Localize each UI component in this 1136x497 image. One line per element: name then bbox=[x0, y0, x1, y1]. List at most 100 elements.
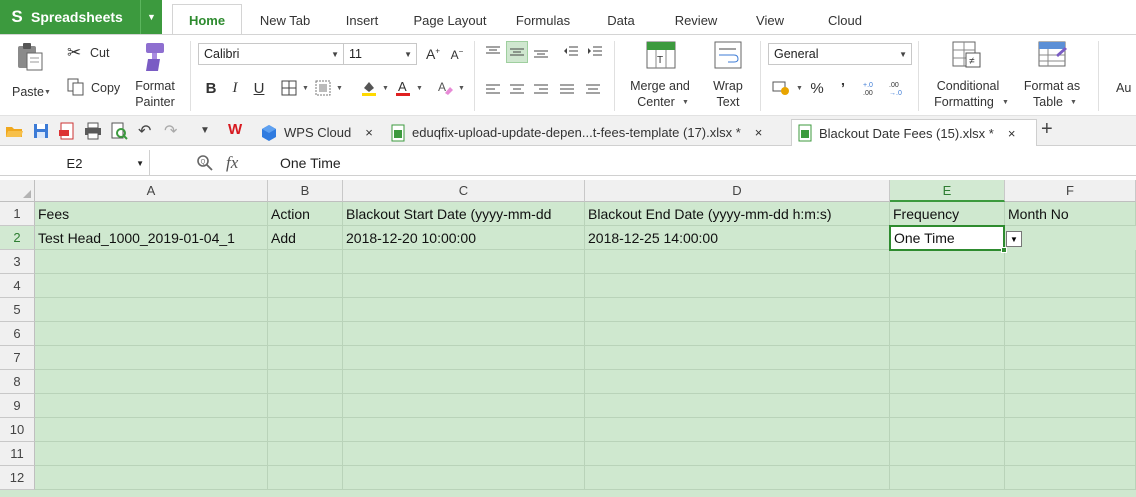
empty-cell[interactable] bbox=[585, 298, 890, 322]
empty-cell[interactable] bbox=[343, 418, 585, 442]
row-header-12[interactable]: 12 bbox=[0, 466, 35, 490]
empty-cell[interactable] bbox=[268, 394, 343, 418]
formula-input[interactable]: One Time bbox=[280, 150, 341, 176]
empty-cell[interactable] bbox=[890, 250, 1005, 274]
redo-icon[interactable]: ↷ bbox=[164, 121, 182, 140]
empty-cell[interactable] bbox=[585, 370, 890, 394]
chevron-down-icon[interactable]: ▼ bbox=[336, 85, 343, 92]
column-header-f[interactable]: F bbox=[1005, 180, 1136, 202]
empty-cell[interactable] bbox=[585, 418, 890, 442]
borders-icon[interactable] bbox=[278, 77, 300, 99]
row-header-5[interactable]: 5 bbox=[0, 298, 35, 322]
empty-cell[interactable] bbox=[890, 346, 1005, 370]
cell-a1[interactable]: Fees bbox=[35, 202, 268, 226]
empty-cell[interactable] bbox=[1005, 466, 1136, 490]
empty-cell[interactable] bbox=[343, 298, 585, 322]
empty-cell[interactable] bbox=[35, 250, 268, 274]
empty-cell[interactable] bbox=[1005, 370, 1136, 394]
empty-cell[interactable] bbox=[343, 466, 585, 490]
chevron-down-icon[interactable]: ▼ bbox=[416, 85, 423, 92]
italic-icon[interactable]: I bbox=[224, 77, 246, 99]
empty-cell[interactable] bbox=[268, 466, 343, 490]
empty-cell[interactable] bbox=[268, 346, 343, 370]
chevron-down-icon[interactable]: ▼ bbox=[1070, 99, 1077, 106]
decrease-indent-icon[interactable] bbox=[560, 41, 582, 63]
empty-cell[interactable] bbox=[343, 250, 585, 274]
tab-page-layout[interactable]: Page Layout bbox=[406, 6, 494, 34]
cell-d1[interactable]: Blackout End Date (yyyy-mm-dd h:m:s) bbox=[585, 202, 890, 226]
cell-e1[interactable]: Frequency bbox=[890, 202, 1005, 226]
undo-icon[interactable]: ↶ bbox=[138, 121, 156, 140]
row-header-8[interactable]: 8 bbox=[0, 370, 35, 394]
conditional-formatting-button[interactable]: ≠ Conditional Formatting ▼ bbox=[924, 39, 1012, 111]
font-color-icon[interactable]: A bbox=[392, 77, 414, 99]
fx-icon[interactable]: fx bbox=[226, 153, 238, 173]
cell-f1[interactable]: Month No bbox=[1005, 202, 1136, 226]
row-header-1[interactable]: 1 bbox=[0, 202, 35, 226]
empty-cell[interactable] bbox=[585, 394, 890, 418]
row-header-11[interactable]: 11 bbox=[0, 442, 35, 466]
autosum-button[interactable]: Au bbox=[1116, 81, 1131, 96]
chevron-down-icon[interactable]: ▼ bbox=[331, 50, 339, 59]
column-header-c[interactable]: C bbox=[343, 180, 585, 202]
chevron-down-icon[interactable]: ▼ bbox=[899, 50, 907, 59]
font-name-select[interactable]: Calibri ▼ bbox=[198, 43, 344, 65]
tab-insert[interactable]: Insert bbox=[330, 6, 394, 34]
column-header-a[interactable]: A bbox=[35, 180, 268, 202]
empty-cell[interactable] bbox=[1005, 322, 1136, 346]
currency-icon[interactable] bbox=[770, 77, 792, 99]
empty-cell[interactable] bbox=[585, 346, 890, 370]
chevron-down-icon[interactable]: ▼ bbox=[404, 50, 412, 59]
column-header-b[interactable]: B bbox=[268, 180, 343, 202]
format-as-table-button[interactable]: Format as Table ▼ bbox=[1018, 39, 1086, 111]
validation-dropdown-arrow-icon[interactable]: ▼ bbox=[1006, 231, 1022, 247]
zoom-search-icon[interactable]: Q bbox=[196, 154, 214, 172]
empty-cell[interactable] bbox=[1005, 298, 1136, 322]
tab-file-blackout[interactable]: Blackout Date Fees (15).xlsx * × bbox=[791, 119, 1037, 146]
empty-cell[interactable] bbox=[1005, 274, 1136, 298]
empty-cell[interactable] bbox=[890, 298, 1005, 322]
cell-style-icon[interactable] bbox=[312, 77, 334, 99]
empty-cell[interactable] bbox=[585, 274, 890, 298]
align-center-icon[interactable] bbox=[506, 79, 528, 101]
tab-review[interactable]: Review bbox=[664, 6, 728, 34]
tab-file-template[interactable]: eduqfix-upload-update-depen...t-fees-tem… bbox=[390, 119, 762, 146]
row-header-10[interactable]: 10 bbox=[0, 418, 35, 442]
empty-cell[interactable] bbox=[1005, 250, 1136, 274]
row-header-3[interactable]: 3 bbox=[0, 250, 35, 274]
font-size-select[interactable]: 11 ▼ bbox=[343, 43, 417, 65]
tab-home[interactable]: Home bbox=[172, 4, 242, 35]
row-header-6[interactable]: 6 bbox=[0, 322, 35, 346]
empty-cell[interactable] bbox=[35, 418, 268, 442]
empty-cell[interactable] bbox=[890, 466, 1005, 490]
empty-cell[interactable] bbox=[890, 274, 1005, 298]
cell-a2[interactable]: Test Head_1000_2019-01-04_1 bbox=[35, 226, 268, 250]
cell-c2[interactable]: 2018-12-20 10:00:00 bbox=[343, 226, 585, 250]
tab-data[interactable]: Data bbox=[596, 6, 646, 34]
print-icon[interactable] bbox=[84, 122, 102, 140]
empty-cell[interactable] bbox=[890, 442, 1005, 466]
empty-cell[interactable] bbox=[268, 274, 343, 298]
chevron-down-icon[interactable]: ▼ bbox=[44, 89, 51, 96]
format-painter-button[interactable]: Format Painter bbox=[130, 39, 178, 109]
empty-cell[interactable] bbox=[343, 370, 585, 394]
clear-format-icon[interactable]: A bbox=[434, 77, 456, 99]
app-menu-button[interactable]: S Spreadsheets ▼ bbox=[0, 0, 162, 34]
empty-cell[interactable] bbox=[1005, 346, 1136, 370]
align-right-icon[interactable] bbox=[530, 79, 552, 101]
column-header-e[interactable]: E bbox=[890, 180, 1005, 202]
row-header-2[interactable]: 2 bbox=[0, 226, 35, 250]
empty-cell[interactable] bbox=[890, 394, 1005, 418]
increase-indent-icon[interactable] bbox=[584, 41, 606, 63]
close-icon[interactable]: × bbox=[1008, 126, 1016, 141]
empty-cell[interactable] bbox=[585, 322, 890, 346]
chevron-down-icon[interactable]: ▼ bbox=[140, 0, 162, 34]
comma-style-button[interactable]: ’ bbox=[832, 77, 854, 99]
tab-wps-cloud[interactable]: WPS Cloud × bbox=[260, 119, 373, 146]
tab-view[interactable]: View bbox=[744, 6, 796, 34]
empty-cell[interactable] bbox=[343, 346, 585, 370]
empty-cell[interactable] bbox=[268, 322, 343, 346]
empty-cell[interactable] bbox=[343, 442, 585, 466]
empty-cell[interactable] bbox=[343, 322, 585, 346]
chevron-down-icon[interactable]: ▼ bbox=[382, 85, 389, 92]
